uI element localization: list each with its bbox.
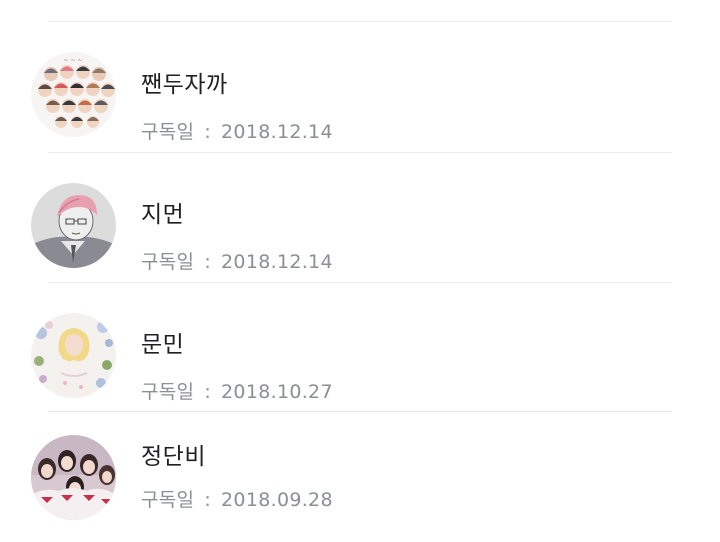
- subscriber-name: 짼두자까: [141, 72, 228, 98]
- subscription-date-label: 구독일: [141, 381, 195, 403]
- subscription-date-value: 2018.09.28: [221, 489, 333, 511]
- subscription-date: 구독일:2018.12.14: [141, 119, 333, 145]
- list-item[interactable]: 지먼 구독일:2018.12.14: [0, 152, 720, 282]
- date-separator: :: [204, 121, 212, 143]
- illustrated-group-avatar-icon: ~ ~ ~: [31, 52, 116, 137]
- subscription-date: 구독일:2018.12.14: [141, 249, 333, 275]
- subscription-date-value: 2018.12.14: [221, 121, 333, 143]
- subscriber-name: 문민: [141, 332, 185, 358]
- list-item[interactable]: 문민 구독일:2018.10.27: [0, 282, 720, 412]
- subscription-date-value: 2018.12.14: [221, 251, 333, 273]
- svg-text:~ ~ ~: ~ ~ ~: [64, 57, 83, 64]
- group-photo-avatar-icon: [31, 435, 116, 520]
- subscription-date-label: 구독일: [141, 489, 195, 511]
- subscriber-name: 지먼: [141, 202, 185, 228]
- subscription-list: ~ ~ ~ 짼두자까 구독일: 2018.12.14 지먼 구독일: 201…: [0, 0, 720, 540]
- subscription-date: 구독일:2018.09.28: [141, 487, 333, 513]
- subscription-date-value: 2018.10.27: [221, 381, 333, 403]
- subscription-date: 구독일:2018.10.27: [141, 379, 333, 405]
- floral-portrait-avatar-icon: [31, 313, 116, 398]
- list-item[interactable]: ~ ~ ~ 짼두자까 구독일: 2018.12.14: [0, 22, 720, 152]
- subscription-date-label: 구독일: [141, 121, 195, 143]
- date-separator: :: [204, 381, 212, 403]
- date-separator: :: [204, 489, 212, 511]
- subscription-date-label: 구독일: [141, 251, 195, 273]
- pink-hair-sketch-avatar-icon: [31, 183, 116, 268]
- subscriber-name: 정단비: [141, 444, 206, 470]
- list-item[interactable]: 정단비 구독일:2018.09.28: [0, 412, 720, 542]
- date-separator: :: [204, 251, 212, 273]
